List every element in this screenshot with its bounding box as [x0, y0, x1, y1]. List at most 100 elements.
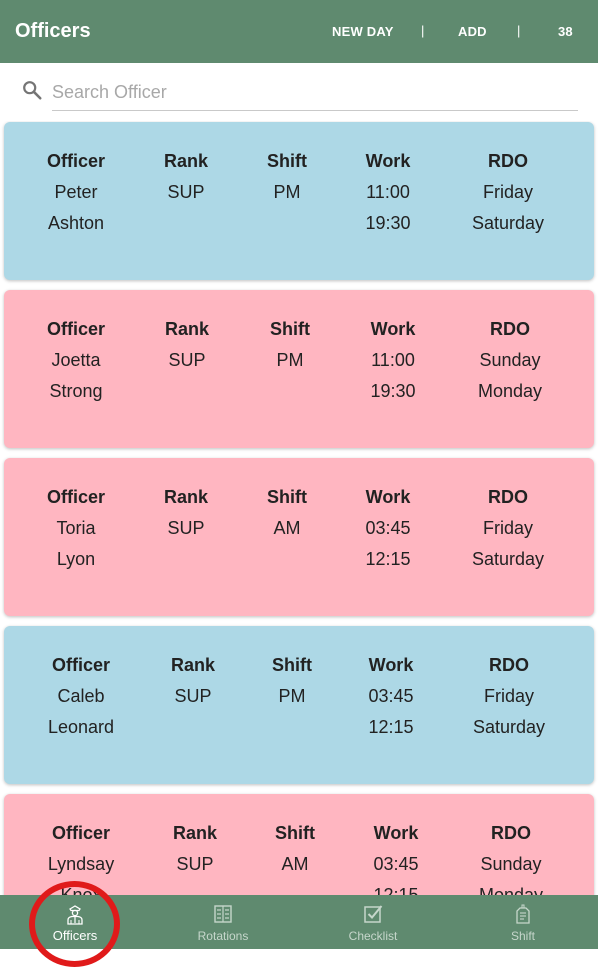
officer-header: Officer — [46, 319, 106, 339]
officer-count: 38 — [558, 24, 573, 39]
rank-header: Rank — [164, 319, 210, 339]
shift-value: PM — [278, 686, 306, 706]
nav-label: Rotations — [197, 929, 249, 943]
officer-first-name: Caleb — [57, 686, 105, 706]
officer-first-name: Toria — [56, 518, 96, 538]
search-underline — [52, 110, 578, 111]
search-icon — [23, 81, 42, 100]
rank-value: SUP — [174, 686, 212, 706]
nav-label: Checklist — [348, 929, 398, 943]
officer-header: Officer — [46, 151, 106, 171]
shift-value: PM — [273, 182, 301, 202]
officer-card[interactable]: Officer Peter Ashton Rank SUP Shift PM W… — [4, 122, 594, 280]
officer-first-name: Lyndsay — [47, 854, 115, 874]
shift-column: Shift AM — [267, 482, 307, 544]
rdo-column: RDO Friday Saturday — [473, 650, 545, 743]
rdo-day-2: Saturday — [472, 717, 546, 737]
shift-column: Shift PM — [270, 314, 310, 376]
new-day-button[interactable]: NEW DAY — [332, 24, 394, 39]
shift-header: Shift — [272, 655, 312, 675]
officer-column: Officer Peter Ashton — [47, 146, 105, 239]
nav-item-rotations[interactable]: Rotations — [148, 895, 298, 949]
officer-first-name: Joetta — [51, 350, 101, 370]
nav-item-checklist[interactable]: Checklist — [298, 895, 448, 949]
officer-header: Officer — [51, 655, 111, 675]
rdo-header: RDO — [488, 655, 529, 675]
nav-item-officers[interactable]: Officers — [0, 895, 150, 949]
rdo-column: RDO Sunday Monday — [478, 314, 542, 407]
nav-item-shift[interactable]: Shift — [448, 895, 598, 949]
officer-last-name: Strong — [49, 381, 103, 401]
rank-value: SUP — [167, 518, 205, 538]
rank-header: Rank — [163, 487, 209, 507]
rank-header: Rank — [170, 655, 216, 675]
shift-column: Shift PM — [267, 146, 307, 208]
rdo-day-1: Friday — [482, 182, 534, 202]
officer-card[interactable]: Officer Toria Lyon Rank SUP Shift AM Wor… — [4, 458, 594, 616]
nav-label: Shift — [510, 929, 535, 943]
bottom-navigation: Officers Rotations Checklist Shift — [0, 895, 598, 949]
officer-card[interactable]: Officer Lyndsay Knox Rank SUP Shift AM W… — [4, 794, 594, 895]
work-end: 12:15 — [365, 549, 411, 569]
work-column: Work 03:45 12:15 — [365, 482, 410, 575]
officer-column: Officer Toria Lyon — [47, 482, 105, 575]
officer-header: Officer — [46, 487, 106, 507]
checklist-icon — [364, 905, 383, 923]
officer-last-name: Leonard — [47, 717, 115, 737]
work-header: Work — [370, 319, 416, 339]
rank-column: Rank SUP — [165, 314, 209, 376]
rdo-day-1: Sunday — [479, 350, 541, 370]
work-column: Work 11:00 19:30 — [370, 314, 415, 407]
rdo-header: RDO — [489, 319, 530, 339]
shift-column: Shift AM — [275, 818, 315, 880]
app-bar: Officers NEW DAY | ADD | 38 — [0, 0, 598, 63]
officer-card[interactable]: Officer Caleb Leonard Rank SUP Shift PM … — [4, 626, 594, 784]
shift-value: PM — [276, 350, 304, 370]
rank-column: Rank SUP — [173, 818, 217, 880]
add-button[interactable]: ADD — [458, 24, 487, 39]
work-end: 19:30 — [365, 213, 411, 233]
work-header: Work — [373, 823, 419, 843]
search-input[interactable] — [52, 77, 552, 107]
rdo-day-2: Saturday — [471, 549, 545, 569]
work-end: 19:30 — [370, 381, 416, 401]
rdo-day-2: Monday — [478, 885, 544, 895]
rank-column: Rank SUP — [164, 146, 208, 208]
rotations-icon — [214, 905, 232, 923]
work-end: 12:15 — [373, 885, 419, 895]
shift-header: Shift — [275, 823, 315, 843]
officer-column: Officer Lyndsay Knox — [48, 818, 114, 895]
rdo-day-1: Sunday — [480, 854, 542, 874]
nav-label: Officers — [52, 928, 98, 943]
officer-icon — [67, 905, 83, 925]
rank-column: Rank SUP — [164, 482, 208, 544]
officer-column: Officer Joetta Strong — [47, 314, 105, 407]
search-bar — [0, 63, 598, 121]
page-title: Officers — [15, 20, 91, 42]
shift-header: Shift — [267, 487, 307, 507]
work-header: Work — [365, 151, 411, 171]
rdo-header: RDO — [487, 151, 528, 171]
rdo-column: RDO Friday Saturday — [472, 482, 544, 575]
officer-card[interactable]: Officer Joetta Strong Rank SUP Shift PM … — [4, 290, 594, 448]
shift-header: Shift — [267, 151, 307, 171]
rank-value: SUP — [167, 182, 205, 202]
shift-column: Shift PM — [272, 650, 312, 712]
work-start: 11:00 — [366, 182, 410, 202]
shift-icon — [516, 904, 530, 924]
work-column: Work 03:45 12:15 — [373, 818, 418, 895]
rank-header: Rank — [163, 151, 209, 171]
rdo-day-2: Monday — [477, 381, 543, 401]
rdo-day-1: Friday — [483, 686, 535, 706]
separator: | — [517, 23, 521, 38]
shift-header: Shift — [270, 319, 310, 339]
shift-value: AM — [273, 518, 301, 538]
work-start: 11:00 — [371, 350, 415, 370]
work-header: Work — [365, 487, 411, 507]
work-start: 03:45 — [368, 686, 414, 706]
rdo-header: RDO — [490, 823, 531, 843]
rank-value: SUP — [168, 350, 206, 370]
officer-header: Officer — [51, 823, 111, 843]
officer-last-name: Ashton — [47, 213, 105, 233]
officer-list[interactable]: Officer Peter Ashton Rank SUP Shift PM W… — [0, 121, 598, 895]
